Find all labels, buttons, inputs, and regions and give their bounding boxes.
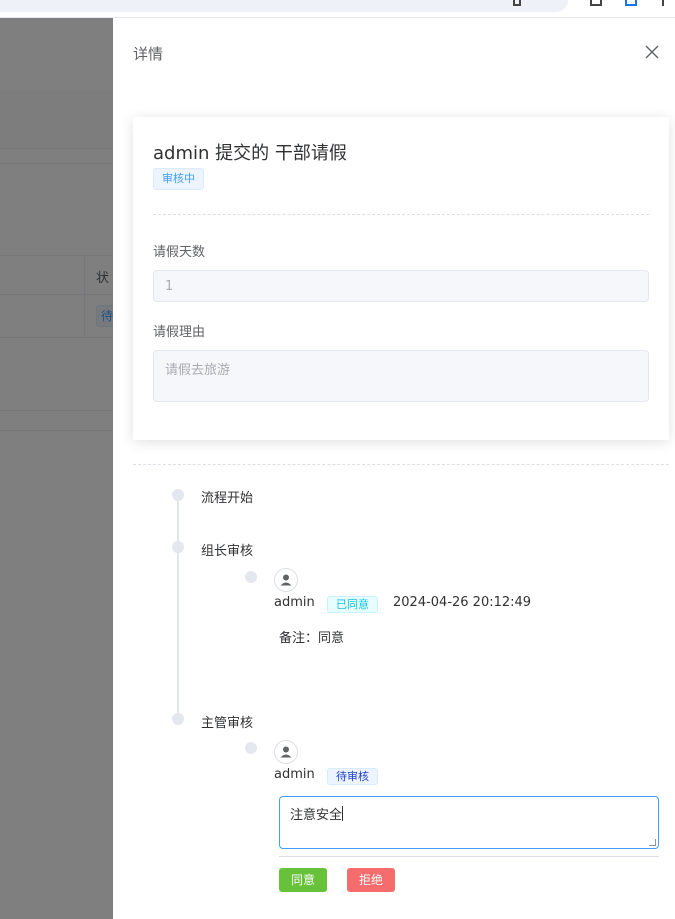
star-icon[interactable] <box>540 0 550 6</box>
approved-tag: 已同意 <box>327 596 378 613</box>
approver-dot <box>245 742 257 754</box>
form-divider <box>153 214 649 215</box>
agree-button[interactable]: 同意 <box>279 868 328 892</box>
approval-time: 2024-04-26 20:12:49 <box>393 595 532 610</box>
approval-remark: 备注：同意 <box>279 631 345 646</box>
timeline-node-start: 流程开始 <box>201 491 254 506</box>
form-card: admin 提交的 干部请假 审核中 请假天数 1 请假理由 请假去旅游 <box>133 117 669 440</box>
approver-name: admin <box>274 595 315 610</box>
close-icon[interactable] <box>643 43 661 61</box>
action-divider <box>279 856 659 857</box>
timeline-dot <box>172 713 184 725</box>
leave-reason-label: 请假理由 <box>153 325 206 340</box>
timeline-line <box>177 500 179 718</box>
leave-days-input[interactable]: 1 <box>153 270 649 302</box>
reject-button[interactable]: 拒绝 <box>347 868 396 892</box>
timeline-dot <box>172 489 184 501</box>
comment-text: 注意安全 <box>290 808 343 823</box>
timeline-node-leader: 组长审核 <box>201 544 254 559</box>
status-badge: 审核中 <box>153 168 204 190</box>
leave-reason-textarea[interactable]: 请假去旅游 <box>153 350 649 402</box>
bookmark-icon[interactable] <box>513 0 521 6</box>
detail-drawer: 详情 admin 提交的 干部请假 审核中 请假天数 1 请假理由 请假去旅游 … <box>113 18 675 919</box>
browser-toolbar <box>0 0 675 18</box>
approver-name: admin <box>274 767 315 782</box>
leave-days-label: 请假天数 <box>153 245 206 260</box>
extensions-icon[interactable] <box>590 0 602 6</box>
form-heading: admin 提交的 干部请假 <box>153 143 347 164</box>
user-avatar-icon <box>274 568 298 592</box>
timeline-dot <box>172 541 184 553</box>
timeline-node-manager: 主管审核 <box>201 716 254 731</box>
section-divider <box>133 464 669 465</box>
user-avatar-icon <box>274 740 298 764</box>
drawer-title: 详情 <box>133 45 164 63</box>
profile-icon[interactable] <box>625 0 637 6</box>
approver-dot <box>245 571 257 583</box>
menu-icon[interactable] <box>662 0 666 6</box>
browser-address-bar[interactable] <box>0 0 568 12</box>
resize-handle[interactable] <box>649 839 656 846</box>
text-caret <box>342 806 344 821</box>
comment-textarea[interactable]: 注意安全 <box>279 796 659 849</box>
pending-tag: 待审核 <box>327 768 378 785</box>
modal-mask[interactable] <box>0 18 113 919</box>
